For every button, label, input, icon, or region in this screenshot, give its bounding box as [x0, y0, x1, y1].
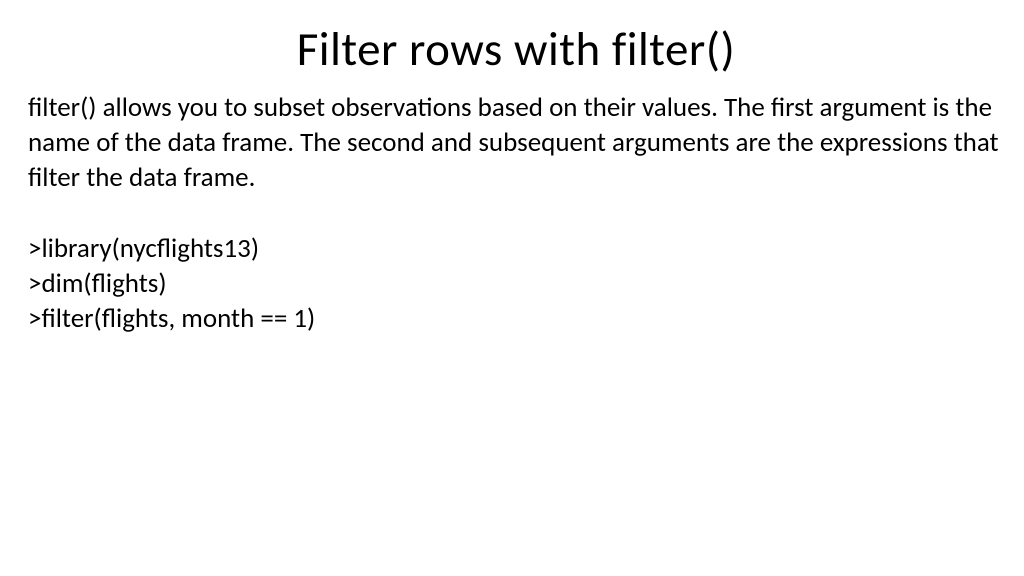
- code-line: >library(nycflights13): [28, 231, 1004, 266]
- code-line: >dim(flights): [28, 266, 1004, 301]
- code-line: >filter(flights, month == 1): [28, 301, 1004, 336]
- slide-description: filter() allows you to subset observatio…: [28, 90, 1004, 195]
- slide-title: Filter rows with filter(): [28, 20, 1004, 78]
- code-block: >library(nycflights13) >dim(flights) >fi…: [28, 231, 1004, 336]
